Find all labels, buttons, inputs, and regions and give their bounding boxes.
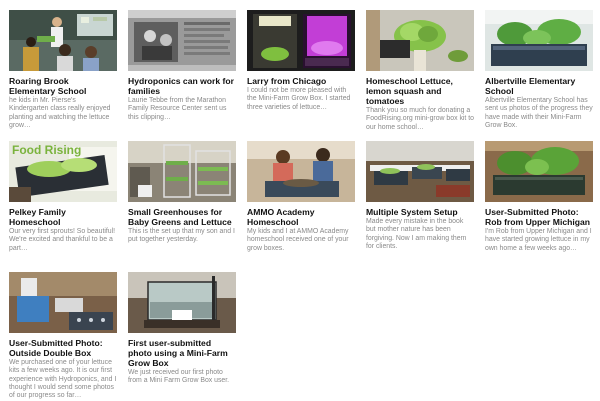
story-card-albertville[interactable]: Albertville Elementary School Albertvill… <box>485 10 593 130</box>
greenhouse-photo-icon[interactable] <box>128 141 236 202</box>
story-card-first-user-photo[interactable]: First user-submitted photo using a Mini-… <box>128 272 236 386</box>
story-card-roaring-brook[interactable]: Roaring Brook Elementary School he kids … <box>9 10 117 130</box>
grow-light-photo-icon[interactable] <box>247 10 355 71</box>
story-description: I could not be more pleased with the Min… <box>247 87 351 111</box>
story-description: I'm Rob from Upper Michigan and I have s… <box>485 228 592 252</box>
classroom-photo-icon[interactable] <box>9 10 117 71</box>
story-title[interactable]: Pelkey Family Homeschool <box>9 207 117 227</box>
story-title[interactable]: First user-submitted photo using a Mini-… <box>128 338 236 368</box>
story-description: Our very first sprouts! So beautiful! We… <box>9 228 116 252</box>
grow-box-photo-icon[interactable] <box>485 10 593 71</box>
story-description: Laurie Tebbe from the Marathon Family Re… <box>128 97 227 121</box>
story-card-homeschool-lettuce[interactable]: Homeschool Lettuce, lemon squash and tom… <box>366 10 474 132</box>
story-title[interactable]: Homeschool Lettuce, lemon squash and tom… <box>366 76 474 106</box>
story-description: This is the set up that my son and I put… <box>128 228 235 244</box>
story-title[interactable]: Larry from Chicago <box>247 76 355 86</box>
story-description: We purchased one of your lettuce kits a … <box>9 359 117 400</box>
story-title[interactable]: Albertville Elementary School <box>485 76 593 96</box>
newspaper-clipping-icon[interactable] <box>128 10 236 71</box>
story-title[interactable]: User-Submitted Photo: Outside Double Box <box>9 338 117 358</box>
story-grid: Roaring Brook Elementary School he kids … <box>0 0 600 401</box>
story-card-small-greenhouses[interactable]: Small Greenhouses for Baby Greens and Le… <box>128 141 236 245</box>
story-card-ammo-academy[interactable]: AMMO Academy Homeschool My kids and I at… <box>247 141 355 253</box>
story-description: Made every mistake in the book but mothe… <box>366 218 467 250</box>
multiple-boxes-photo-icon[interactable] <box>366 141 474 202</box>
story-card-pelkey-family[interactable]: Food Rising Pelkey Family Homeschool Our… <box>9 141 117 253</box>
aquarium-box-photo-icon[interactable] <box>128 272 236 333</box>
story-title[interactable]: Multiple System Setup <box>366 207 474 217</box>
story-card-larry-chicago[interactable]: Larry from Chicago I could not be more p… <box>247 10 355 112</box>
story-title[interactable]: Roaring Brook Elementary School <box>9 76 117 96</box>
story-description: We just received our first photo from a … <box>128 369 230 385</box>
kids-planting-photo-icon[interactable] <box>247 141 355 202</box>
story-title[interactable]: Small Greenhouses for Baby Greens and Le… <box>128 207 236 227</box>
story-card-outside-double-box[interactable]: User-Submitted Photo: Outside Double Box… <box>9 272 117 400</box>
story-card-multiple-system[interactable]: Multiple System Setup Made every mistake… <box>366 141 474 251</box>
story-description: My kids and I at AMMO Academy homeschool… <box>247 228 349 252</box>
food-rising-logo-text: Food Rising <box>12 143 81 157</box>
lettuce-box-photo-icon[interactable] <box>485 141 593 202</box>
outdoor-boxes-photo-icon[interactable] <box>9 272 117 333</box>
story-card-hydroponics-families[interactable]: Hydroponics can work for families Laurie… <box>128 10 236 122</box>
story-description: Thank you so much for donating a FoodRis… <box>366 107 474 131</box>
story-description: he kids in Mr. Pierse's Kindergarten cla… <box>9 97 111 129</box>
story-card-rob-upper-michigan[interactable]: User-Submitted Photo: Rob from Upper Mic… <box>485 141 593 253</box>
story-title[interactable]: Hydroponics can work for families <box>128 76 236 96</box>
story-title[interactable]: User-Submitted Photo: Rob from Upper Mic… <box>485 207 593 227</box>
story-title[interactable]: AMMO Academy Homeschool <box>247 207 355 227</box>
food-rising-logo-photo-icon[interactable]: Food Rising <box>9 141 117 202</box>
story-description: Albertville Elementary School has sent u… <box>485 97 593 129</box>
lettuce-in-hand-icon[interactable] <box>366 10 474 71</box>
